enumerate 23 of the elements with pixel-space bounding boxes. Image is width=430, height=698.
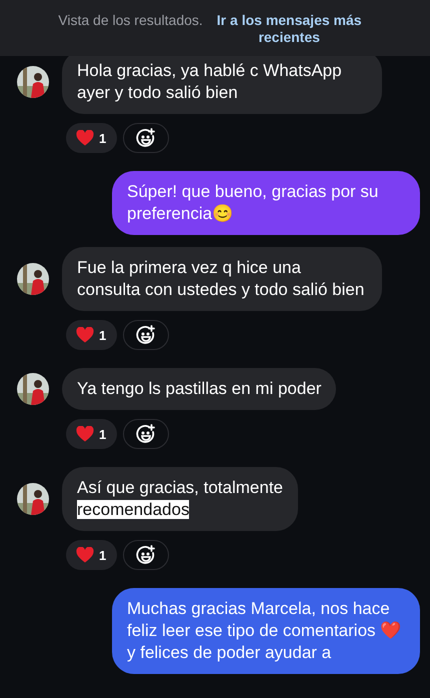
reaction-button[interactable]: 1 bbox=[66, 320, 118, 350]
reaction-button[interactable]: 1 bbox=[66, 419, 118, 449]
add-emoji-icon bbox=[136, 128, 156, 148]
message-bubble: Súper! que bueno, gracias por su preferencia😊 bbox=[112, 171, 420, 235]
add-reaction-button[interactable] bbox=[123, 123, 170, 153]
add-emoji-icon bbox=[136, 545, 156, 565]
heart-icon bbox=[76, 426, 94, 442]
recent-messages-link[interactable]: Ir a los mensajes más recientes bbox=[206, 12, 372, 46]
reaction-button[interactable]: 1 bbox=[66, 540, 118, 570]
add-emoji-icon bbox=[136, 424, 156, 444]
heart-icon bbox=[76, 327, 94, 343]
add-reaction-button[interactable] bbox=[123, 540, 170, 570]
heart-icon bbox=[76, 547, 94, 563]
message-bubble: Muchas gracias Marcela, nos hace feliz leer ese tipo de comentarios ❤ y felices de poder ayudar a bbox=[112, 588, 420, 674]
message-bubble: Ya tengo ls pastillas en mi poder bbox=[62, 368, 336, 410]
message-bubble: Así que gracias, totalmente recomendados bbox=[62, 467, 298, 531]
add-emoji-icon bbox=[136, 325, 156, 345]
reaction-button[interactable]: 1 bbox=[66, 123, 118, 153]
add-reaction-button[interactable] bbox=[123, 320, 170, 350]
heart-icon bbox=[76, 130, 94, 146]
add-reaction-button[interactable] bbox=[123, 419, 170, 449]
message-bubble: Fue la primera vez q hice una consulta con ustedes y todo salió bien bbox=[62, 247, 382, 311]
banner-text: Vista de los resultados. bbox=[58, 12, 203, 28]
